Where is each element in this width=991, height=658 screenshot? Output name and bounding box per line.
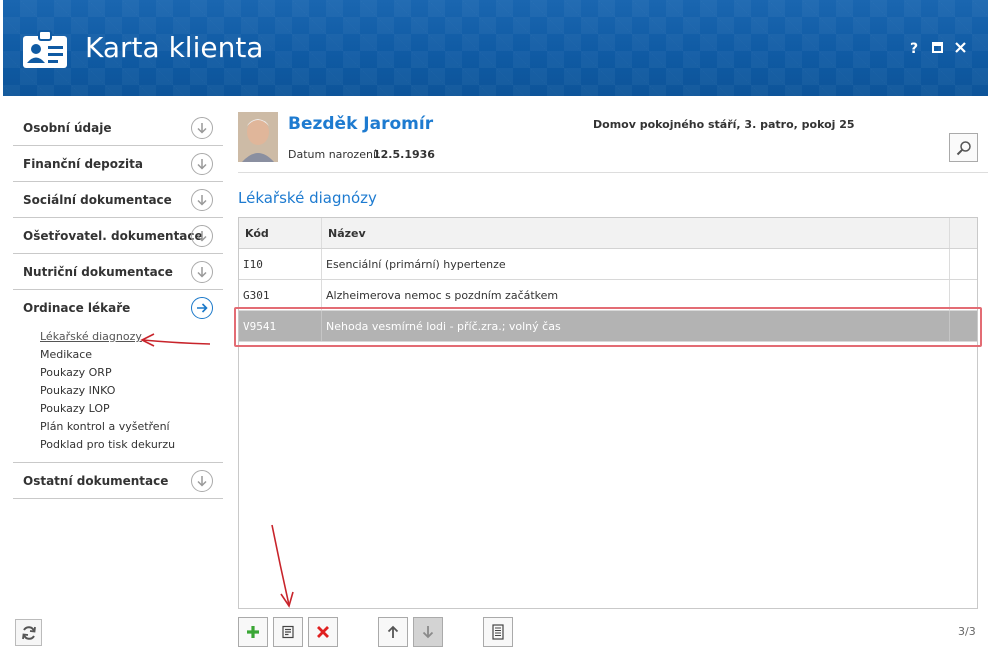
delete-icon — [317, 626, 329, 638]
sidebar-section-financni-depozita[interactable]: Finanční depozita — [13, 146, 223, 182]
column-header-spacer — [950, 218, 977, 248]
expand-arrow-icon[interactable] — [191, 261, 213, 283]
client-name: Bezděk Jaromír — [288, 114, 434, 134]
column-header-kod[interactable]: Kód — [239, 218, 322, 248]
client-photo — [238, 112, 278, 162]
window-title: Karta klienta — [85, 31, 264, 64]
refresh-button[interactable] — [15, 619, 42, 646]
sidebar-section-nutricni-dokumentace[interactable]: Nutriční dokumentace — [13, 254, 223, 290]
ordinace-submenu: Lékařské diagnozy Medikace Poukazy ORP P… — [13, 326, 223, 463]
arrow-right-icon[interactable] — [191, 297, 213, 319]
sidebar-section-osetrovatel-dokumentace[interactable]: Ošetřovatel. dokumentace — [13, 218, 223, 254]
arrow-up-icon — [387, 625, 399, 638]
sidebar-section-label: Osobní údaje — [23, 121, 112, 135]
submenu-item-podklad-dekurzu[interactable]: Podklad pro tisk dekurzu — [40, 436, 223, 454]
record-pager: 3/3 — [958, 625, 976, 638]
submenu-item-plan-kontrol[interactable]: Plán kontrol a vyšetření — [40, 418, 223, 436]
close-button[interactable] — [951, 40, 969, 58]
birthdate-value: 12.5.1936 — [373, 148, 435, 161]
print-button[interactable] — [483, 617, 513, 647]
highlight-box — [234, 307, 982, 347]
header-divider — [238, 172, 988, 173]
add-button[interactable] — [238, 617, 268, 647]
submenu-item-poukazy-inko[interactable]: Poukazy INKO — [40, 382, 223, 400]
delete-button[interactable] — [308, 617, 338, 647]
sidebar-section-ordinace-lekare[interactable]: Ordinace lékaře — [13, 290, 223, 326]
column-header-nazev[interactable]: Název — [322, 218, 950, 248]
refresh-icon — [21, 625, 36, 640]
maximize-icon — [931, 42, 943, 53]
section-title: Lékařské diagnózy — [238, 189, 377, 207]
sidebar-section-label: Ošetřovatel. dokumentace — [23, 229, 203, 243]
cell-spacer — [950, 280, 977, 310]
client-card-icon — [23, 30, 67, 68]
expand-arrow-icon[interactable] — [191, 189, 213, 211]
help-button[interactable]: ? — [905, 40, 923, 58]
sidebar-section-label: Nutriční dokumentace — [23, 265, 173, 279]
submenu-item-lekarske-diagnozy[interactable]: Lékařské diagnozy — [40, 328, 223, 346]
edit-icon — [282, 625, 294, 639]
diagnoses-table: Kód Název I10 Esenciální (primární) hype… — [238, 217, 978, 609]
search-button[interactable] — [949, 133, 978, 162]
maximize-button[interactable] — [928, 40, 946, 58]
cell-kod: G301 — [239, 280, 322, 310]
submenu-item-medikace[interactable]: Medikace — [40, 346, 223, 364]
close-icon — [954, 42, 966, 53]
sidebar-section-label: Finanční depozita — [23, 157, 143, 171]
search-icon — [956, 140, 971, 155]
document-icon — [492, 624, 504, 640]
cell-nazev: Alzheimerova nemoc s pozdním začátkem — [322, 280, 950, 310]
submenu-item-poukazy-orp[interactable]: Poukazy ORP — [40, 364, 223, 382]
expand-arrow-icon[interactable] — [191, 470, 213, 492]
table-header: Kód Název — [239, 218, 977, 249]
cell-nazev: Esenciální (primární) hypertenze — [322, 249, 950, 279]
sidebar-section-label: Sociální dokumentace — [23, 193, 172, 207]
expand-arrow-icon[interactable] — [191, 153, 213, 175]
move-down-button[interactable] — [413, 617, 443, 647]
sidebar-section-label: Ordinace lékaře — [23, 301, 131, 315]
table-row[interactable]: I10 Esenciální (primární) hypertenze — [239, 249, 977, 280]
edit-button[interactable] — [273, 617, 303, 647]
birthdate-label: Datum narození: — [288, 148, 380, 161]
expand-arrow-icon[interactable] — [191, 225, 213, 247]
cell-spacer — [950, 249, 977, 279]
sidebar-section-osobni-udaje[interactable]: Osobní údaje — [13, 110, 223, 146]
window-header: Karta klienta ? — [3, 0, 988, 96]
sidebar-section-label: Ostatní dokumentace — [23, 474, 169, 488]
client-address: Domov pokojného stáří, 3. patro, pokoj 2… — [593, 118, 855, 131]
cell-kod: I10 — [239, 249, 322, 279]
sidebar-section-socialni-dokumentace[interactable]: Sociální dokumentace — [13, 182, 223, 218]
sidebar: Osobní údaje Finanční depozita Sociální … — [13, 110, 223, 499]
plus-icon — [247, 626, 259, 638]
arrow-down-icon — [422, 626, 434, 639]
expand-arrow-icon[interactable] — [191, 117, 213, 139]
sidebar-section-ostatni-dokumentace[interactable]: Ostatní dokumentace — [13, 463, 223, 499]
move-up-button[interactable] — [378, 617, 408, 647]
submenu-item-poukazy-lop[interactable]: Poukazy LOP — [40, 400, 223, 418]
